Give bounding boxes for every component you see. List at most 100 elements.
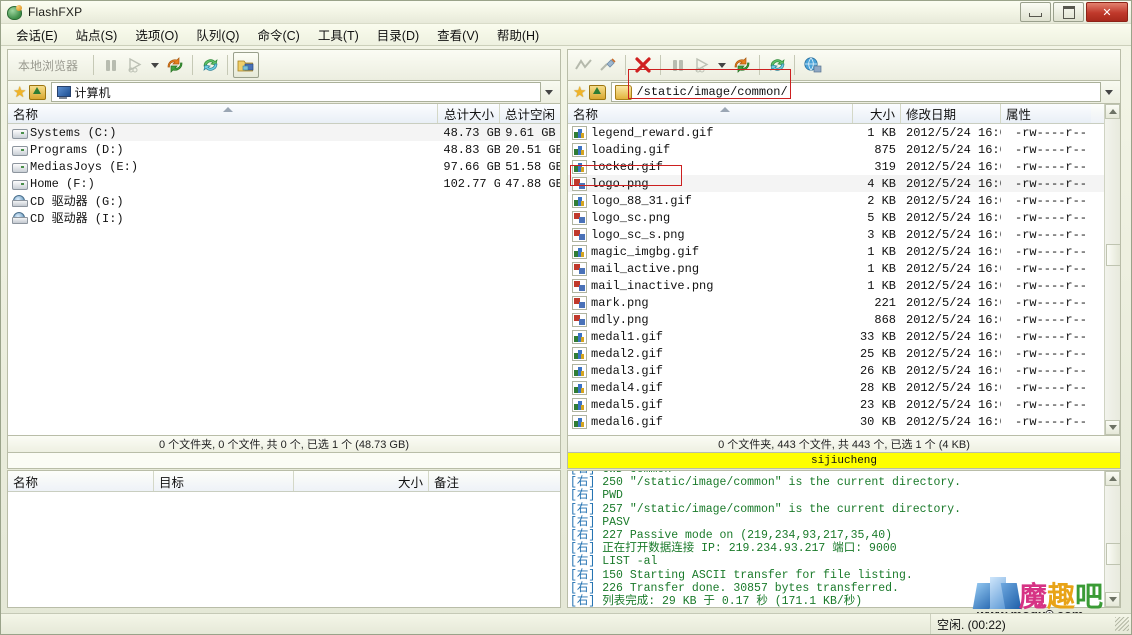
remote-file-list[interactable]: 名称 大小 修改日期 属性 legend_reward.gif 1 KB 2012/… [567, 104, 1121, 436]
queue-column-size[interactable]: 大小 [294, 471, 429, 491]
hard-drive-icon [12, 178, 28, 190]
remote-toolbar [567, 49, 1121, 80]
cell-total-size: 97.66 GB [443, 159, 501, 174]
table-row[interactable]: legend_reward.gif 1 KB 2012/5/24 16:01 -rw-… [568, 124, 1120, 141]
menu-options[interactable]: 选项(O) [126, 23, 187, 46]
table-row[interactable]: logo.png 4 KB 2012/5/24 16:01 -rw----r-- [568, 175, 1120, 192]
table-row[interactable]: mail_active.png 1 KB 2012/5/24 16:01 -rw---… [568, 260, 1120, 277]
column-header-total-size[interactable]: 总计大小 [438, 104, 500, 123]
menu-commands[interactable]: 命令(C) [248, 23, 308, 46]
minimize-button[interactable] [1020, 2, 1051, 22]
pause-icon[interactable] [99, 53, 123, 77]
disconnect-icon[interactable] [596, 53, 620, 77]
bookmark-star-icon[interactable]: ★ [573, 83, 586, 101]
transfer-play-icon[interactable] [690, 53, 714, 77]
remote-path-dropdown-icon[interactable] [1101, 89, 1117, 95]
transfer-play-icon[interactable] [123, 53, 147, 77]
table-row[interactable]: CD 驱动器 (G:) [8, 192, 560, 209]
connect-icon[interactable] [572, 53, 596, 77]
transfer-arrows-icon[interactable] [730, 53, 754, 77]
session-log[interactable]: [右] CWD common[右] 250 "/static/image/com… [567, 470, 1121, 608]
chevron-down-icon[interactable] [151, 62, 160, 68]
table-row[interactable]: medal6.gif 30 KB 2012/5/24 16:02 -rw----r-- [568, 413, 1120, 430]
transfer-queue-list[interactable]: 名称 目标 大小 备注 [7, 470, 561, 608]
table-row[interactable]: medal2.gif 25 KB 2012/5/24 16:01 -rw----r-- [568, 345, 1120, 362]
table-row[interactable]: medal1.gif 33 KB 2012/5/24 16:01 -rw----r-- [568, 328, 1120, 345]
queue-column-note[interactable]: 备注 [429, 471, 559, 491]
table-row[interactable]: Systems (C:) 48.73 GB 9.61 GB [8, 124, 560, 141]
queue-column-name[interactable]: 名称 [8, 471, 154, 491]
scroll-down-arrow-icon[interactable] [1105, 592, 1120, 607]
log-side-tag: [右] [570, 476, 596, 490]
cell-size: 3 KB [867, 227, 896, 242]
parent-folder-icon[interactable] [589, 84, 607, 100]
scroll-down-arrow-icon[interactable] [1105, 420, 1120, 435]
table-row[interactable]: logo_88_31.gif 2 KB 2012/5/24 16:01 -rw----… [568, 192, 1120, 209]
cell-attributes: -rw----r-- [1015, 227, 1088, 242]
table-row[interactable]: medal4.gif 28 KB 2012/5/24 16:01 -rw----r-- [568, 379, 1120, 396]
cell-size: 868 [874, 312, 896, 327]
close-button[interactable]: ✕ [1086, 2, 1128, 22]
local-path-dropdown-icon[interactable] [541, 89, 557, 95]
table-row[interactable]: mark.png 221 2012/5/24 16:01 -rw----r-- [568, 294, 1120, 311]
table-row[interactable]: logo_sc.png 5 KB 2012/5/24 16:01 -rw----r-- [568, 209, 1120, 226]
table-row[interactable]: mdly.png 868 2012/5/24 16:01 -rw----r-- [568, 311, 1120, 328]
transfer-arrows-icon[interactable] [163, 53, 187, 77]
menu-directory[interactable]: 目录(D) [368, 23, 428, 46]
table-row[interactable]: locked.gif 319 2012/5/24 16:01 -rw----r-- [568, 158, 1120, 175]
remote-path-input[interactable]: /static/image/common/ [611, 82, 1101, 102]
table-row[interactable]: medal3.gif 26 KB 2012/5/24 16:01 -rw----r-- [568, 362, 1120, 379]
cell-attributes: -rw----r-- [1015, 159, 1088, 174]
scroll-up-arrow-icon[interactable] [1105, 471, 1120, 486]
table-row[interactable]: CD 驱动器 (I:) [8, 209, 560, 226]
table-row[interactable]: Programs (D:) 48.83 GB 20.51 GB [8, 141, 560, 158]
menu-queue[interactable]: 队列(Q) [187, 23, 248, 46]
pause-icon[interactable] [666, 53, 690, 77]
log-line: [右] 226 Transfer done. 30857 bytes trans… [570, 581, 899, 595]
cell-attributes: -rw----r-- [1015, 363, 1088, 378]
table-row[interactable]: mail_inactive.png 1 KB 2012/5/24 16:01 -rw-… [568, 277, 1120, 294]
scrollbar-thumb[interactable] [1106, 543, 1120, 565]
local-path-input[interactable]: 计算机 [51, 82, 541, 102]
log-scrollbar[interactable] [1104, 471, 1120, 607]
cell-name: logo_sc.png [568, 210, 853, 225]
cell-name: medal1.gif [568, 329, 853, 344]
table-row[interactable]: loading.gif 875 2012/5/24 16:01 -rw----r-- [568, 141, 1120, 158]
parent-folder-icon[interactable] [29, 84, 47, 100]
table-row[interactable]: MediasJoys (E:) 97.66 GB 51.58 GB [8, 158, 560, 175]
queue-column-target[interactable]: 目标 [154, 471, 294, 491]
menu-sites[interactable]: 站点(S) [67, 23, 127, 46]
column-header-name[interactable]: 名称 [568, 104, 853, 123]
table-row[interactable]: medal5.gif 23 KB 2012/5/24 16:01 -rw----r-- [568, 396, 1120, 413]
column-header-free-space[interactable]: 总计空闲 [500, 104, 560, 123]
column-header-date[interactable]: 修改日期 [901, 104, 1001, 123]
refresh-icon[interactable] [765, 53, 789, 77]
scroll-up-arrow-icon[interactable] [1105, 104, 1120, 119]
menu-view[interactable]: 查看(V) [428, 23, 488, 46]
remote-list-scrollbar[interactable] [1104, 104, 1120, 435]
gif-file-icon [572, 125, 587, 140]
cell-name: medal5.gif [568, 397, 853, 412]
maximize-button[interactable] [1053, 2, 1084, 22]
menu-session[interactable]: 会话(E) [7, 23, 67, 46]
resize-grip-icon[interactable] [1115, 617, 1129, 631]
menu-help[interactable]: 帮助(H) [488, 23, 548, 46]
remote-browser-pane: ★ /static/image/common/ 名称 大小 修改日期 属性 le… [564, 49, 1127, 469]
refresh-icon[interactable] [198, 53, 222, 77]
table-row[interactable]: magic_imgbg.gif 1 KB 2012/5/24 16:01 -rw---… [568, 243, 1120, 260]
table-row[interactable]: logo_sc_s.png 3 KB 2012/5/24 16:01 -rw----r… [568, 226, 1120, 243]
local-browser-label: 本地浏览器 [18, 58, 79, 73]
local-browser-toggle-icon[interactable] [233, 52, 260, 78]
abort-icon[interactable] [631, 53, 655, 77]
menu-tools[interactable]: 工具(T) [309, 23, 368, 46]
cell-attributes: -rw----r-- [1015, 278, 1088, 293]
globe-site-icon[interactable] [800, 53, 824, 77]
column-header-attributes[interactable]: 属性 [1001, 104, 1091, 123]
table-row[interactable]: Home (F:) 102.77 GB 47.88 GB [8, 175, 560, 192]
local-file-list[interactable]: 名称 总计大小 总计空闲 Systems (C:) 48.73 GB 9.61 GB… [7, 104, 561, 436]
column-header-size[interactable]: 大小 [853, 104, 901, 123]
scrollbar-thumb[interactable] [1106, 244, 1120, 266]
bookmark-star-icon[interactable]: ★ [13, 83, 26, 101]
log-line: [右] 列表完成: 29 KB 于 0.17 秒 (171.1 KB/秒) [570, 595, 863, 608]
chevron-down-icon[interactable] [718, 62, 726, 68]
